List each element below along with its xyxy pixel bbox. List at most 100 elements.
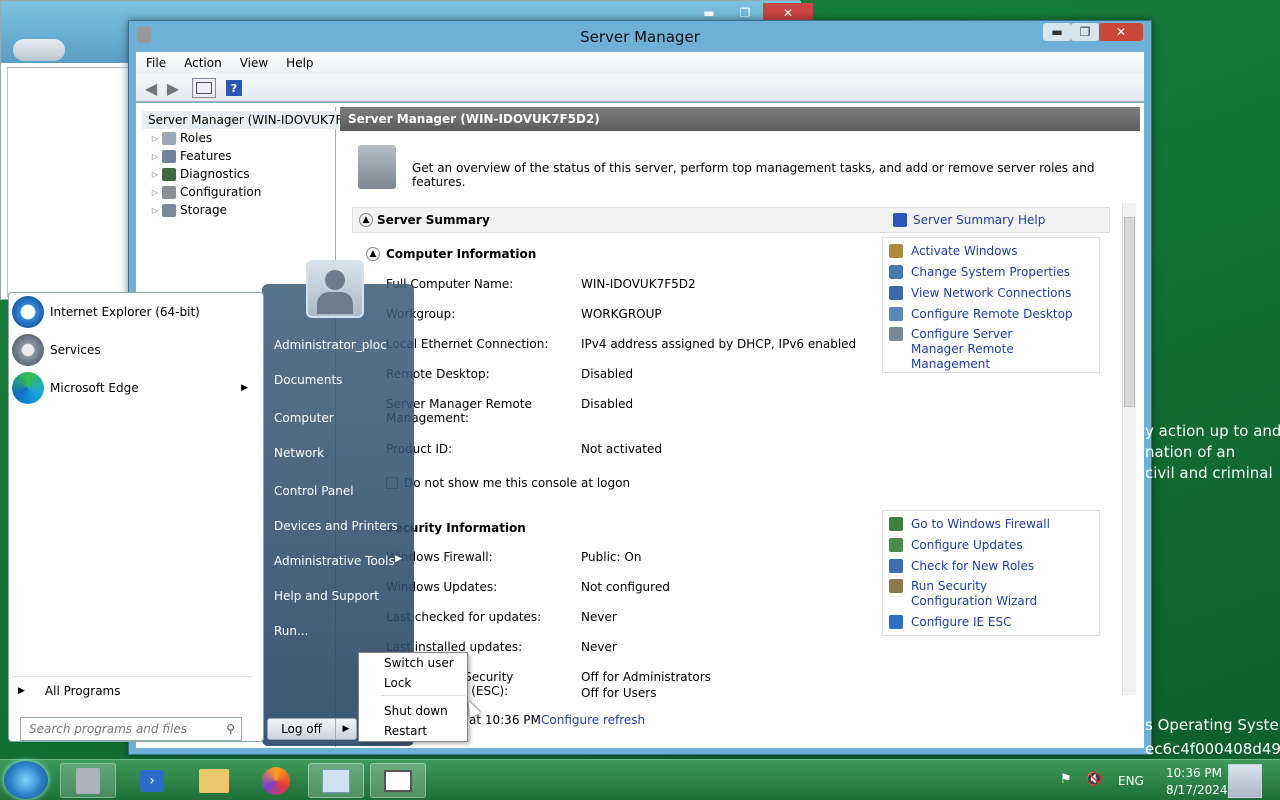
start-right-computer[interactable]: Computer (274, 411, 334, 425)
taskbar-app-2[interactable] (370, 763, 426, 798)
server-manager-icon (76, 767, 100, 794)
action-center-icon[interactable]: ⚑ (1060, 772, 1072, 787)
clock-time[interactable]: 10:36 PM (1166, 766, 1222, 780)
computer-icon (889, 265, 903, 279)
security-config-wizard-link[interactable]: Run Security Configuration Wizard (889, 579, 1069, 609)
scrollbar-thumb[interactable] (1124, 217, 1135, 407)
change-system-properties-link[interactable]: Change System Properties (889, 265, 1070, 280)
start-right-user[interactable]: Administrator_ploc (274, 338, 387, 352)
configure-ie-esc-link[interactable]: Configure IE ESC (889, 615, 1012, 630)
menu-help[interactable]: Help (286, 56, 313, 70)
product-id-value: Not activated (581, 442, 662, 456)
ie-esc-value: Off for Administrators (581, 670, 711, 684)
tree-item-features[interactable]: ▷ Features (150, 147, 232, 165)
switch-user-item[interactable]: Switch user (384, 656, 454, 670)
expand-icon[interactable]: ▷ (150, 152, 160, 161)
start-right-help-support[interactable]: Help and Support (274, 589, 379, 603)
lock-item[interactable]: Lock (384, 676, 411, 690)
view-network-connections-link[interactable]: View Network Connections (889, 286, 1071, 301)
key-icon (889, 244, 903, 258)
activate-windows-link[interactable]: Activate Windows (889, 244, 1018, 259)
maximize-icon[interactable]: ❐ (1071, 23, 1099, 41)
start-orb-icon[interactable] (4, 761, 48, 799)
back-forward-icon[interactable] (13, 39, 65, 61)
expand-icon[interactable]: ▷ (150, 188, 160, 197)
help-icon[interactable]: ? (226, 80, 242, 96)
server-summary-header[interactable]: ▲ Server Summary Server Summary Help (352, 207, 1110, 233)
restart-item[interactable]: Restart (384, 724, 427, 738)
configure-refresh-link[interactable]: Configure refresh (541, 713, 645, 727)
tree-item-roles[interactable]: ▷ Roles (150, 129, 212, 147)
go-to-firewall-link[interactable]: Go to Windows Firewall (889, 517, 1050, 532)
language-indicator[interactable]: ENG (1118, 774, 1144, 788)
configure-remote-management-link[interactable]: Configure Server Manager Remote Manageme… (889, 327, 1059, 372)
show-hide-console-tree-icon[interactable] (192, 78, 216, 98)
power-options-menu: Switch user Lock Shut down Restart (358, 652, 468, 742)
workgroup-value: WORKGROUP (581, 307, 662, 321)
shut-down-item[interactable]: Shut down (384, 704, 448, 718)
configure-remote-desktop-link[interactable]: Configure Remote Desktop (889, 307, 1073, 322)
start-right-devices-printers[interactable]: Devices and Printers (274, 519, 398, 533)
back-arrow-icon[interactable]: ◀ (142, 78, 160, 98)
start-right-run[interactable]: Run... (274, 624, 308, 638)
all-programs[interactable]: ▶ All Programs (18, 684, 121, 698)
wizard-icon (889, 579, 903, 593)
watermark-line-4: s Operating System (1145, 716, 1280, 734)
taskbar-explorer[interactable] (186, 763, 242, 798)
expand-icon[interactable]: ▷ (150, 134, 160, 143)
submenu-arrow-icon: ▶ (241, 383, 248, 393)
expand-icon[interactable]: ▷ (150, 170, 160, 179)
expand-icon[interactable]: ▷ (150, 206, 160, 215)
vertical-scrollbar[interactable] (1122, 203, 1136, 695)
forward-arrow-icon[interactable]: ▶ (164, 78, 182, 98)
taskbar-app-1[interactable] (308, 763, 364, 798)
menu-separator (381, 695, 465, 696)
check-new-roles-link[interactable]: Check for New Roles (889, 559, 1034, 574)
configure-updates-link[interactable]: Configure Updates (889, 538, 1023, 553)
collapse-icon[interactable]: ▲ (359, 213, 373, 227)
menu-action[interactable]: Action (184, 56, 222, 70)
tree-item-configuration[interactable]: ▷ Configuration (150, 183, 261, 201)
window-controls: ▬ ❐ ✕ (1043, 23, 1143, 41)
start-item-internet-explorer[interactable]: Internet Explorer (64-bit) (12, 296, 200, 328)
taskbar-server-manager[interactable] (60, 763, 116, 798)
watermark-line-2: nation of an (1145, 443, 1236, 461)
collapse-icon[interactable]: ▲ (366, 247, 380, 261)
watermark-line-1: y action up to and (1145, 422, 1280, 440)
minimize-icon[interactable]: ▬ (1043, 23, 1071, 41)
server-summary-help-link[interactable]: Server Summary Help (913, 213, 1045, 227)
ie-icon (889, 615, 903, 629)
tree-item-diagnostics[interactable]: ▷ Diagnostics (150, 165, 250, 183)
storage-icon (162, 203, 176, 217)
user-tile-icon[interactable] (1228, 764, 1262, 798)
watermark-line-3: civil and criminal (1145, 464, 1273, 482)
start-item-microsoft-edge[interactable]: Microsoft Edge ▶ (12, 372, 248, 404)
clock-date[interactable]: 8/17/2024 (1166, 783, 1228, 797)
start-right-network[interactable]: Network (274, 446, 324, 460)
firewall-icon (889, 517, 903, 531)
user-avatar[interactable] (306, 260, 364, 318)
control-panel-icon (322, 768, 350, 793)
close-icon[interactable]: ✕ (1099, 23, 1143, 41)
menu-file[interactable]: File (146, 56, 166, 70)
start-right-control-panel[interactable]: Control Panel (274, 484, 354, 498)
computer-information-title: Computer Information (386, 247, 537, 261)
start-item-services[interactable]: Services (12, 334, 101, 366)
logoff-button[interactable]: Log off (268, 719, 336, 739)
taskbar-firefox[interactable] (248, 763, 304, 798)
start-search-input[interactable]: Search programs and files ⚲ (20, 717, 242, 741)
features-icon (162, 149, 176, 163)
remote-desktop-value: Disabled (581, 367, 634, 381)
power-options-arrow-icon[interactable]: ▶ (336, 719, 356, 739)
gear-icon (12, 334, 44, 366)
diagnostics-icon (162, 167, 176, 181)
tree-item-server-manager[interactable]: Server Manager (WIN-IDOVUK7F (142, 111, 342, 129)
refresh-time: at 10:36 PM (469, 713, 541, 727)
tree-item-storage[interactable]: ▷ Storage (150, 201, 227, 219)
taskbar-powershell[interactable]: › (124, 763, 180, 798)
menu-view[interactable]: View (240, 56, 268, 70)
start-right-documents[interactable]: Documents (274, 373, 342, 387)
updates-value: Not configured (581, 580, 670, 594)
volume-muted-icon[interactable]: 🔇 (1086, 772, 1102, 787)
start-right-admin-tools[interactable]: Administrative Tools ▶ (274, 554, 402, 568)
